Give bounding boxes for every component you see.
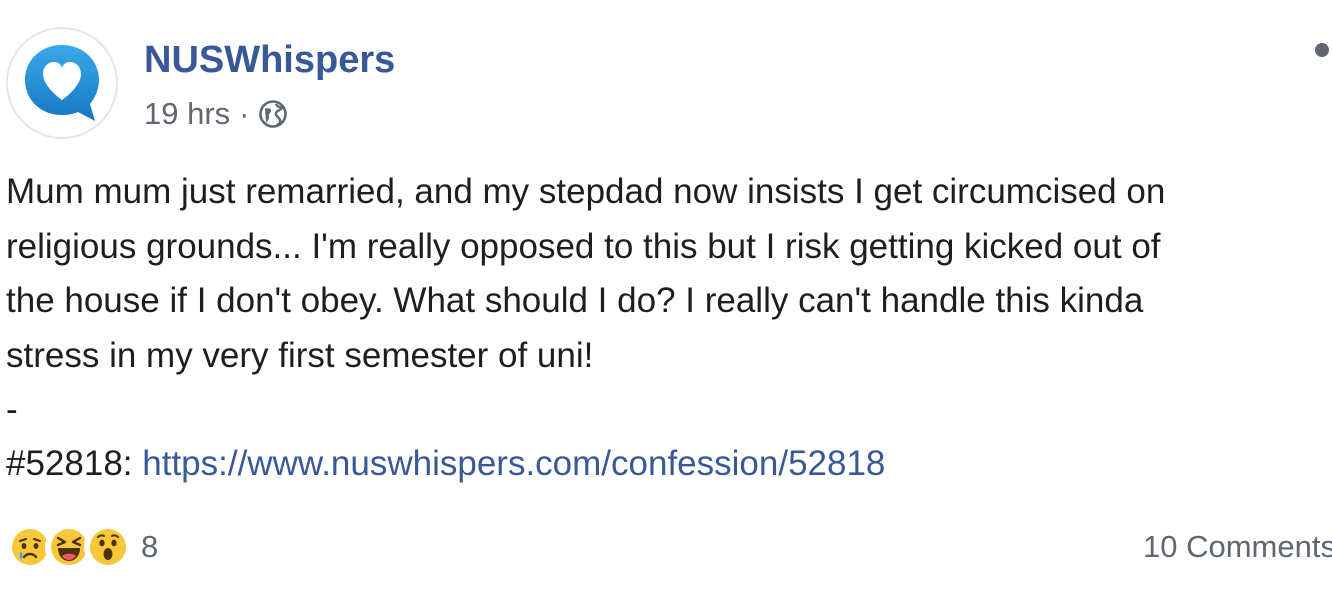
reaction-count: 8 [141, 529, 159, 564]
comments-count-link[interactable]: 10 Comments [1143, 525, 1332, 569]
heart-chat-bubble-logo-icon [25, 45, 99, 121]
post-dash: - [6, 390, 18, 429]
more-options-icon[interactable] [1315, 43, 1329, 57]
confession-tag: #52818: [6, 444, 143, 483]
post-body-text: Mum mum just remarried, and my stepdad n… [6, 172, 1166, 375]
confession-line: #52818: https://www.nuswhispers.com/conf… [6, 437, 885, 492]
globe-icon[interactable] [258, 99, 288, 129]
meta-separator: · [239, 96, 250, 131]
post-timestamp[interactable]: 19 hrs [144, 96, 230, 132]
reactions-summary[interactable]: 8 [6, 523, 159, 571]
wow-face-icon [84, 523, 132, 571]
page-name-link[interactable]: NUSWhispers [144, 38, 395, 82]
confession-link[interactable]: https://www.nuswhispers.com/confession/5… [142, 444, 885, 483]
facebook-post: NUSWhispers 19 hrs · Mum mum just remarr… [0, 0, 1332, 596]
page-avatar[interactable] [6, 27, 118, 139]
post-meta: 19 hrs · [144, 94, 288, 134]
